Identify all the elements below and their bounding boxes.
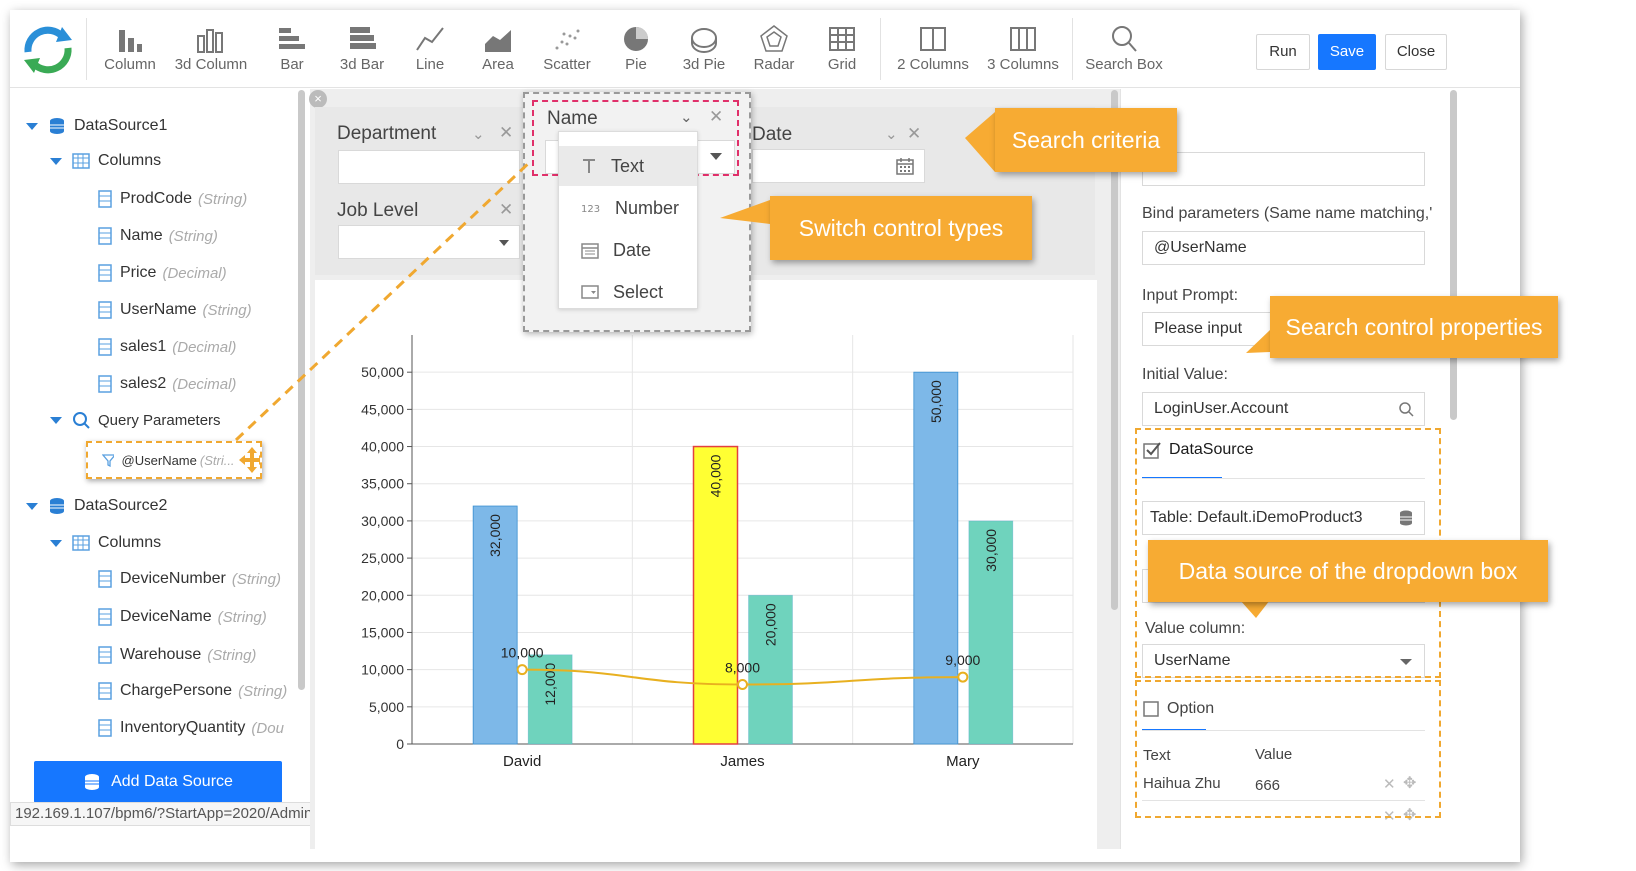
callout-pointer xyxy=(1246,330,1270,353)
callout-search-criteria: Search criteria xyxy=(995,108,1177,172)
callout-pointer xyxy=(965,112,995,172)
callout-switch-control-types: Switch control types xyxy=(770,196,1032,260)
callout-search-control-properties: Search control properties xyxy=(1270,296,1558,358)
annotation-overlay xyxy=(234,112,1270,618)
callout-pointer xyxy=(720,200,770,224)
callout-pointer xyxy=(1240,600,1270,618)
callout-dropdown-data-source: Data source of the dropdown box xyxy=(1148,540,1548,602)
drag-connector-line xyxy=(234,158,534,442)
